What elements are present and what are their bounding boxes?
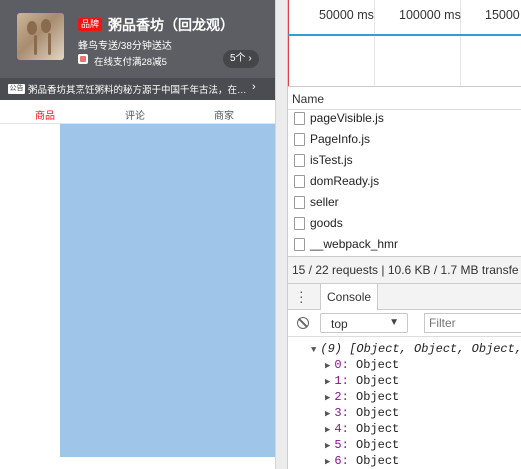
request-name: domReady.js — [310, 174, 380, 188]
bulletin-text: 粥品香坊其烹饪粥料的秘方源于中国千年古法，在融... — [28, 85, 250, 96]
object-value: Object — [356, 438, 400, 452]
network-overview[interactable]: 50000 ms 100000 ms 15000 — [288, 0, 521, 86]
timeline-bar — [288, 34, 521, 36]
object-key: 4 — [334, 422, 342, 436]
tick-label: 50000 ms — [319, 8, 374, 22]
tick-label: 15000 — [485, 8, 520, 22]
shop-avatar — [17, 13, 64, 60]
request-name: seller — [310, 195, 339, 209]
discount-icon — [78, 54, 88, 64]
request-name: PageInfo.js — [310, 132, 371, 146]
tab-ratings[interactable]: 评论 — [105, 107, 165, 122]
console-array-row[interactable]: ▼ (9) [Object, Object, Object, — [311, 342, 521, 356]
request-row[interactable]: isTest.js — [288, 150, 521, 171]
panel-resize-handle[interactable] — [275, 0, 288, 469]
object-key: 1 — [334, 374, 342, 388]
support-text: 在线支付满28减5 — [94, 57, 167, 68]
file-icon — [294, 217, 305, 230]
tab-bar: 商品 评论 商家 — [0, 100, 275, 124]
request-name: isTest.js — [310, 153, 353, 167]
tick-label: 100000 ms — [399, 8, 461, 22]
shop-header: 品牌 粥品香坊（回龙观） 蜂鸟专送/38分钟送达 在线支付满28减5 5个 › — [0, 0, 275, 78]
name-header-label: Name — [292, 92, 325, 106]
collapsed-triangle-icon[interactable]: ▶ — [325, 441, 330, 451]
object-value: Object — [356, 454, 400, 468]
object-key: 2 — [334, 390, 342, 404]
more-vertical-icon[interactable]: · · · — [299, 284, 307, 308]
tick-gridline — [374, 0, 375, 86]
collapsed-triangle-icon[interactable]: ▶ — [325, 393, 330, 403]
tab-goods[interactable]: 商品 — [15, 107, 75, 122]
console-object-row[interactable]: ▶ 6: Object — [325, 454, 399, 468]
object-value: Object — [356, 390, 400, 404]
console-object-row[interactable]: ▶ 2: Object — [325, 390, 399, 404]
object-key: 6 — [334, 454, 342, 468]
collapsed-triangle-icon[interactable]: ▶ — [325, 425, 330, 435]
context-value: top — [331, 317, 348, 331]
support-count-button[interactable]: 5个 › — [223, 50, 259, 68]
network-summary-bar: 15 / 22 requests | 10.6 KB / 1.7 MB tran… — [288, 256, 521, 283]
file-icon — [294, 112, 305, 125]
bulletin-badge: 公告 — [8, 84, 25, 94]
request-row[interactable]: domReady.js — [288, 171, 521, 192]
shop-name: 粥品香坊（回龙观） — [108, 17, 234, 33]
collapsed-triangle-icon[interactable]: ▶ — [325, 361, 330, 371]
request-row[interactable]: PageInfo.js — [288, 129, 521, 150]
dropdown-arrow-icon: ▼ — [389, 317, 399, 328]
console-toolbar: top ▼ — [288, 310, 521, 337]
load-marker — [288, 0, 289, 86]
request-row[interactable]: seller — [288, 192, 521, 213]
console-object-row[interactable]: ▶ 5: Object — [325, 438, 399, 452]
chevron-right-icon: › — [252, 81, 256, 93]
object-key: 3 — [334, 406, 342, 420]
object-value: Object — [356, 422, 400, 436]
file-icon — [294, 154, 305, 167]
object-key: 0 — [334, 358, 342, 372]
object-value: Object — [356, 374, 400, 388]
brand-badge: 品牌 — [78, 18, 103, 31]
console-object-row[interactable]: ▶ 4: Object — [325, 422, 399, 436]
collapsed-triangle-icon[interactable]: ▶ — [325, 409, 330, 419]
request-row[interactable]: __webpack_hmr — [288, 234, 521, 255]
request-name: __webpack_hmr — [310, 237, 399, 251]
console-object-row[interactable]: ▶ 3: Object — [325, 406, 399, 420]
bulletin-bar[interactable]: 公告 粥品香坊其烹饪粥料的秘方源于中国千年古法，在融... › — [0, 78, 275, 100]
file-icon — [294, 238, 305, 251]
console-object-row[interactable]: ▶ 0: Object — [325, 358, 399, 372]
request-row[interactable]: pageVisible.js — [288, 108, 521, 129]
mobile-app-panel: 品牌 粥品香坊（回龙观） 蜂鸟专送/38分钟送达 在线支付满28减5 5个 › … — [0, 0, 275, 469]
object-key: 5 — [334, 438, 342, 452]
console-filter-input[interactable] — [424, 313, 521, 333]
request-row[interactable]: goods — [288, 213, 521, 234]
console-object-row[interactable]: ▶ 1: Object — [325, 374, 399, 388]
file-icon — [294, 175, 305, 188]
request-summary: 15 / 22 requests | 10.6 KB / 1.7 MB tran… — [292, 263, 519, 277]
name-column-header[interactable]: Name — [288, 86, 521, 110]
request-name: goods — [310, 216, 343, 230]
goods-content-area — [60, 124, 275, 457]
object-value: Object — [356, 406, 400, 420]
object-value: Object — [356, 358, 400, 372]
collapsed-triangle-icon[interactable]: ▶ — [325, 377, 330, 387]
delivery-info: 蜂鸟专送/38分钟送达 — [78, 41, 172, 52]
drawer-toolbar: · · · Console — [288, 283, 521, 310]
expand-triangle-icon[interactable]: ▼ — [311, 345, 316, 355]
request-name: pageVisible.js — [310, 111, 384, 125]
tab-console[interactable]: Console — [320, 284, 379, 310]
file-icon — [294, 196, 305, 209]
file-icon — [294, 133, 305, 146]
tab-seller[interactable]: 商家 — [194, 107, 254, 122]
devtools-panel: 50000 ms 100000 ms 15000 Name pageVisibl… — [288, 0, 521, 469]
context-selector[interactable]: top ▼ — [320, 313, 408, 333]
collapsed-triangle-icon[interactable]: ▶ — [325, 457, 330, 467]
clear-console-icon[interactable] — [297, 317, 309, 329]
array-summary: (9) [Object, Object, Object, — [320, 342, 521, 356]
